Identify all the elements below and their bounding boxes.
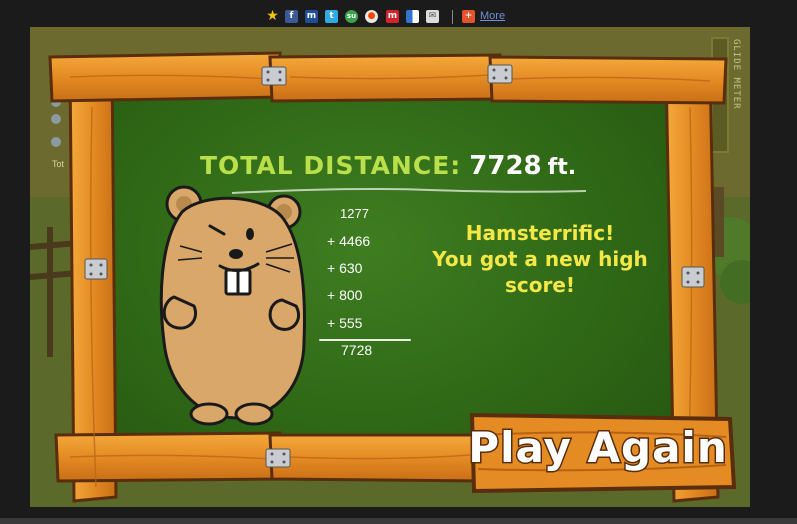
email-icon[interactable]: ✉ [426, 10, 439, 23]
play-again-button[interactable]: Play Again [467, 411, 736, 495]
more-link[interactable]: More [480, 10, 505, 22]
favorites-star-icon[interactable]: ★ [266, 9, 279, 23]
chalk-underline [231, 188, 587, 194]
distance-value: + 4466 [327, 233, 371, 249]
total-distance-label: TOTAL DISTANCE: [200, 151, 462, 180]
distance-value: + 630 [327, 260, 363, 276]
hamster-character [159, 185, 306, 426]
bottom-strip [0, 518, 797, 524]
glide-meter [711, 37, 729, 153]
distance-sum: 7728 [341, 342, 373, 358]
glide-meter-label: GLIDE METER [731, 39, 741, 110]
message-line: Hamsterrific! [465, 221, 615, 245]
distance-value: + 555 [327, 315, 363, 331]
message-line: score! [504, 273, 576, 297]
share-separator [452, 10, 453, 24]
stumbleupon-icon[interactable]: su [345, 10, 358, 23]
myspace-icon[interactable]: m [305, 10, 318, 23]
play-again-label: Play Again [467, 422, 728, 474]
high-score-message: Hamsterrific! You got a new high score! [430, 220, 650, 298]
reddit-icon[interactable]: ● [365, 10, 378, 23]
twitter-icon[interactable]: t [325, 10, 338, 23]
sum-line [319, 339, 411, 341]
distance-value: 1277 [340, 206, 369, 221]
total-distance-line: TOTAL DISTANCE: 7728 ft. [200, 151, 576, 181]
share-bar: ★ f m t su ● m ✉ + More [0, 0, 797, 28]
total-distance-unit: ft. [547, 155, 577, 180]
delicious-icon[interactable] [406, 10, 419, 23]
plus-icon[interactable]: + [462, 10, 475, 23]
mixx-icon[interactable]: m [386, 10, 399, 23]
distance-value: + 800 [327, 287, 363, 303]
game-area: GLIDE METER Tot TOTAL DISTANCE: 7728 ft.… [30, 27, 750, 507]
message-line: You got a new high [432, 247, 648, 271]
facebook-icon[interactable]: f [285, 10, 298, 23]
total-distance-value: 7728 [469, 151, 542, 181]
total-fragment-label: Tot [52, 159, 65, 169]
